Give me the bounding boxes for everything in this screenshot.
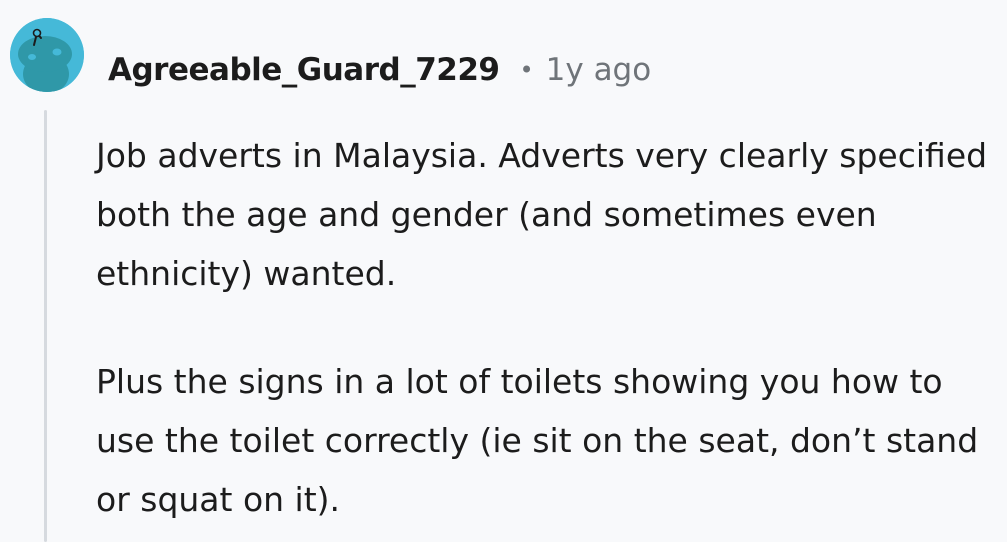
comment-body: Job adverts in Malaysia. Adverts very cl…: [96, 126, 996, 529]
comment-timestamp[interactable]: 1y ago: [546, 52, 652, 88]
meta-separator: •: [519, 56, 534, 84]
comment-paragraph: Job adverts in Malaysia. Adverts very cl…: [96, 136, 988, 293]
comment-paragraph: Plus the signs in a lot of toilets showi…: [96, 362, 979, 519]
comment-card: Agreeable_Guard_7229 • 1y ago Job advert…: [0, 0, 1007, 542]
avatar[interactable]: [10, 18, 84, 92]
author-link[interactable]: Agreeable_Guard_7229: [108, 52, 500, 88]
thread-line[interactable]: [44, 110, 47, 542]
snoo-avatar-icon: [10, 18, 84, 92]
comment-meta: Agreeable_Guard_7229 • 1y ago: [108, 44, 651, 96]
